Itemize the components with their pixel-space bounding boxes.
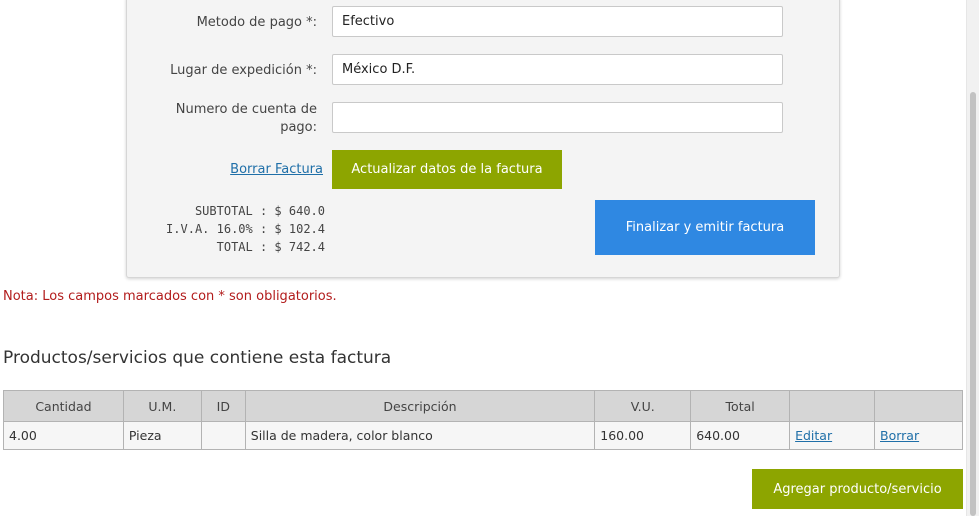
header-id: ID — [200, 390, 246, 422]
header-delete — [874, 390, 963, 422]
finalize-invoice-button[interactable]: Finalizar y emitir factura — [595, 200, 815, 255]
payment-method-label: Metodo de pago *: — [196, 15, 317, 30]
place-input[interactable] — [332, 54, 783, 85]
total-text: TOTAL : $ 742.4 — [216, 240, 325, 254]
cell-um: Pieza — [122, 421, 202, 450]
totals-block: SUBTOTAL : $ 640.0 I.V.A. 16.0% : $ 102.… — [166, 202, 325, 256]
subtotal-text: SUBTOTAL : $ 640.0 — [194, 204, 325, 218]
delete-invoice-link[interactable]: Borrar Factura — [230, 162, 323, 177]
place-label: Lugar de expedición *: — [170, 63, 317, 78]
cell-id — [200, 421, 246, 450]
cell-total: 640.00 — [690, 421, 791, 450]
update-invoice-button[interactable]: Actualizar datos de la factura — [332, 150, 562, 189]
payment-method-input[interactable] — [332, 6, 783, 37]
header-descripcion: Descripción — [244, 390, 596, 422]
account-label-line1: Numero de cuenta de — [175, 102, 317, 117]
add-product-button[interactable]: Agregar producto/servicio — [752, 469, 963, 509]
header-vu: V.U. — [594, 390, 692, 422]
header-edit — [789, 390, 876, 422]
table-row: 4.00 Pieza Silla de madera, color blanco… — [3, 421, 963, 450]
cell-descripcion: Silla de madera, color blanco — [244, 421, 596, 450]
cell-cantidad: 4.00 — [3, 421, 124, 450]
products-section-title: Productos/servicios que contiene esta fa… — [3, 348, 392, 368]
iva-text: I.V.A. 16.0% : $ 102.4 — [166, 222, 325, 236]
table-header-row: Cantidad U.M. ID Descripción V.U. Total — [3, 390, 963, 422]
account-label: Numero de cuenta de pago: — [127, 101, 317, 137]
required-fields-note: Nota: Los campos marcados con * son obli… — [3, 289, 337, 304]
scrollbar-thumb[interactable] — [970, 92, 976, 516]
cell-edit: Editar — [789, 421, 876, 450]
page-scrollbar[interactable] — [966, 0, 979, 516]
header-um: U.M. — [122, 390, 202, 422]
products-table: Cantidad U.M. ID Descripción V.U. Total … — [3, 390, 963, 450]
invoice-form-panel: Metodo de pago *: Lugar de expedición *:… — [126, 0, 840, 278]
cell-delete: Borrar — [874, 421, 963, 450]
header-cantidad: Cantidad — [3, 390, 124, 422]
account-label-line2: pago: — [280, 120, 317, 135]
cell-vu: 160.00 — [594, 421, 692, 450]
account-input[interactable] — [332, 102, 783, 133]
delete-item-link[interactable]: Borrar — [880, 428, 919, 443]
edit-item-link[interactable]: Editar — [795, 428, 832, 443]
header-total: Total — [690, 390, 791, 422]
